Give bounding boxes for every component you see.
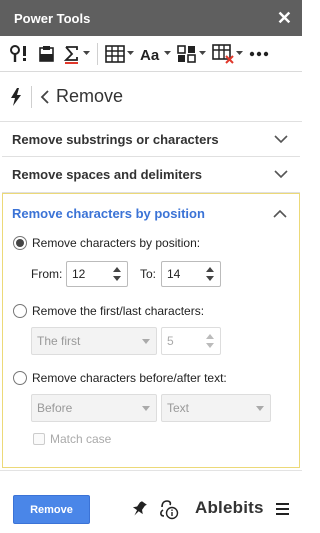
- delete-table-icon: [212, 43, 234, 64]
- section-header[interactable]: Remove characters by position: [3, 194, 299, 232]
- caret-up-icon[interactable]: [206, 334, 214, 339]
- radio-by-position[interactable]: Remove characters by position:: [13, 236, 200, 250]
- sigma-icon: [63, 45, 78, 64]
- svg-text:Aa: Aa: [140, 47, 160, 63]
- clear-button[interactable]: [34, 40, 60, 68]
- radio-label: Remove characters before/after text:: [32, 371, 227, 385]
- caret-down-icon[interactable]: [206, 343, 214, 348]
- chevron-down-icon: [127, 51, 134, 55]
- chevron-down-icon: [83, 51, 90, 55]
- text-case-button[interactable]: Aa: [137, 40, 174, 68]
- find-replace-button[interactable]: [6, 40, 34, 68]
- find-replace-icon: [10, 44, 26, 62]
- caret-down-icon[interactable]: [113, 276, 121, 281]
- from-label: From:: [31, 267, 63, 281]
- breadcrumb-divider: [31, 85, 32, 108]
- chevron-down-icon: [142, 405, 150, 411]
- text-placeholder: Text: [167, 401, 190, 415]
- lightning-icon[interactable]: [10, 87, 22, 106]
- match-case-checkbox[interactable]: Match case: [33, 432, 111, 446]
- breadcrumb: Remove: [0, 72, 302, 122]
- first-last-select[interactable]: The first: [31, 327, 157, 355]
- more-button[interactable]: [246, 40, 272, 68]
- merge-icon: [177, 44, 196, 63]
- section-remove-spaces[interactable]: Remove spaces and delimiters: [2, 157, 300, 193]
- section-label: Remove characters by position: [12, 205, 205, 221]
- clear-icon: [39, 45, 54, 62]
- pin-icon[interactable]: [131, 500, 147, 518]
- text-case-icon: Aa: [140, 47, 160, 63]
- chevron-left-icon: [40, 89, 49, 104]
- to-label: To:: [140, 267, 157, 281]
- footer: Remove Ablebits: [0, 470, 302, 533]
- caret-down-icon[interactable]: [206, 276, 214, 281]
- checkbox-label: Match case: [50, 432, 112, 446]
- checkbox[interactable]: [33, 433, 45, 445]
- radio-before-after[interactable]: Remove characters before/after text:: [13, 371, 227, 385]
- from-stepper[interactable]: 12: [66, 261, 128, 287]
- section-label: Remove spaces and delimiters: [12, 167, 203, 182]
- toolbar: Aa: [0, 36, 302, 72]
- window-title: Power Tools: [14, 10, 91, 26]
- chevron-up-icon: [273, 209, 287, 218]
- chevron-down-icon: [274, 170, 288, 179]
- chevron-down-icon: [274, 134, 288, 143]
- radio-label: Remove characters by position:: [32, 236, 201, 250]
- stepper-arrows[interactable]: [203, 329, 217, 353]
- chevron-down-icon: [256, 405, 264, 411]
- caret-up-icon[interactable]: [206, 267, 214, 272]
- chevron-down-icon: [142, 338, 150, 344]
- radio-button[interactable]: [13, 371, 27, 385]
- more-icon: [249, 51, 269, 56]
- back-button[interactable]: Remove: [40, 86, 123, 107]
- from-value: 12: [72, 267, 86, 281]
- caret-up-icon[interactable]: [113, 267, 121, 272]
- stepper-arrows[interactable]: [110, 262, 124, 286]
- count-value: 5: [167, 334, 174, 348]
- merge-button[interactable]: [174, 40, 209, 68]
- before-after-select[interactable]: Before: [31, 394, 157, 422]
- help-info-icon[interactable]: [157, 498, 179, 520]
- text-select[interactable]: Text: [161, 394, 271, 422]
- toolbar-divider: [97, 42, 98, 65]
- close-icon[interactable]: ✕: [277, 8, 292, 29]
- select-value: Before: [37, 401, 73, 415]
- count-stepper[interactable]: 5: [161, 327, 221, 355]
- section-label: Remove substrings or characters: [12, 131, 219, 147]
- remove-button[interactable]: Remove: [13, 495, 90, 524]
- section-remove-by-position: Remove characters by position Remove cha…: [2, 193, 300, 468]
- select-value: The first: [37, 334, 81, 348]
- table-icon: [105, 44, 125, 63]
- chevron-down-icon: [236, 51, 243, 55]
- sum-button[interactable]: [60, 40, 93, 68]
- table-button[interactable]: [102, 40, 137, 68]
- page-title: Remove: [56, 86, 124, 106]
- brand-logo: Ablebits: [195, 498, 264, 517]
- to-stepper[interactable]: 14: [161, 261, 221, 287]
- window-titlebar: Power Tools ✕: [0, 0, 302, 36]
- radio-first-last[interactable]: Remove the first/last characters:: [13, 304, 204, 318]
- chevron-down-icon: [199, 51, 206, 55]
- to-value: 14: [167, 267, 181, 281]
- menu-icon[interactable]: [276, 503, 289, 515]
- chevron-down-icon: [164, 51, 171, 55]
- radio-button[interactable]: [13, 236, 27, 250]
- delete-table-button[interactable]: [209, 40, 246, 68]
- stepper-arrows[interactable]: [203, 262, 217, 286]
- radio-label: Remove the first/last characters:: [32, 304, 205, 318]
- section-remove-substrings[interactable]: Remove substrings or characters: [2, 122, 300, 157]
- radio-button[interactable]: [13, 304, 27, 318]
